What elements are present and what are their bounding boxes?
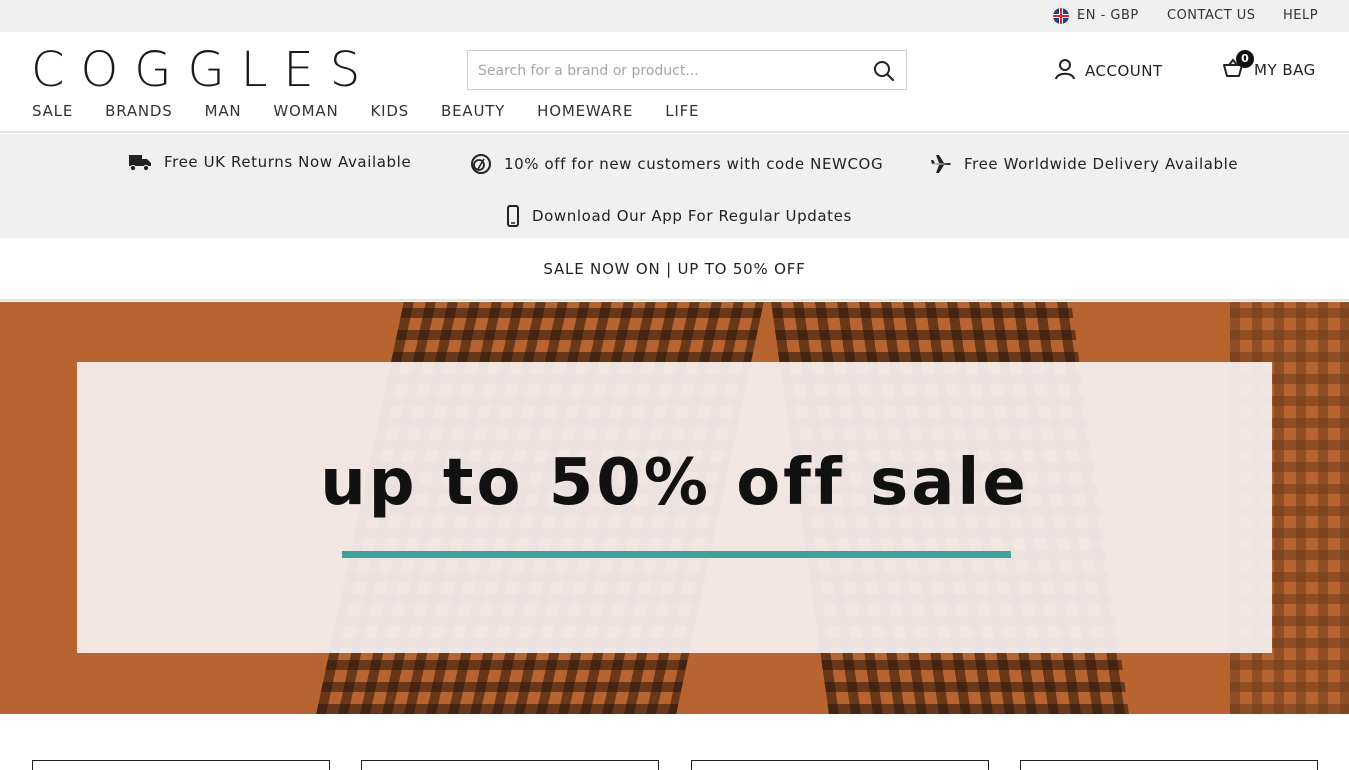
uk-flag-icon[interactable] [1053,8,1069,24]
usp-app[interactable]: Download Our App For Regular Updates [506,205,852,227]
category-tile[interactable] [1020,760,1318,770]
usp-discount-text: 10% off for new customers with code NEWC… [504,155,884,173]
search-icon[interactable] [872,59,896,83]
contact-us-link[interactable]: CONTACT US [1167,8,1256,23]
usp-discount[interactable]: 10% off for new customers with code NEWC… [470,153,883,175]
usp-app-text: Download Our App For Regular Updates [532,207,852,225]
help-link[interactable]: HELP [1283,8,1318,23]
account-button[interactable]: ACCOUNT [1055,58,1163,84]
nav-item-brands[interactable]: BRANDS [105,102,172,120]
hero-banner[interactable]: up to 50% off sale [0,302,1349,714]
nav-item-woman[interactable]: WOMAN [273,102,338,120]
category-tile[interactable] [32,760,330,770]
category-tile[interactable] [361,760,659,770]
nav-item-sale[interactable]: SALE [32,102,73,120]
category-tile[interactable] [691,760,989,770]
nav-item-homeware[interactable]: HOMEWARE [537,102,633,120]
account-label: ACCOUNT [1085,62,1163,80]
nav-item-beauty[interactable]: BEAUTY [441,102,505,120]
utility-bar: EN - GBP CONTACT US HELP [0,0,1349,32]
usp-delivery-text: Free Worldwide Delivery Available [964,155,1239,173]
coggles-logo[interactable]: COGGLES [31,42,376,98]
my-bag-button[interactable]: 0 MY BAG [1222,50,1316,82]
locale-selector[interactable]: EN - GBP [1077,8,1139,23]
promo-strip: SALE NOW ON | UP TO 50% OFF [0,238,1349,301]
main-navigation: SALE BRANDS MAN WOMAN KIDS BEAUTY HOMEWA… [32,102,731,120]
my-bag-label: MY BAG [1254,61,1316,79]
hero-accent-line [342,551,1011,558]
site-header: COGGLES ACCOUNT 0 MY BAG SAL [0,32,1349,133]
nav-item-man[interactable]: MAN [205,102,242,120]
usp-bar: Free UK Returns Now Available 10% off fo… [0,134,1349,238]
search-bar [467,50,907,90]
tag-icon [471,154,491,174]
phone-icon [507,205,519,227]
usp-returns[interactable]: Free UK Returns Now Available [128,153,411,171]
search-input[interactable] [478,60,858,82]
sale-promo-link[interactable]: SALE NOW ON | UP TO 50% OFF [543,260,805,278]
user-icon [1055,58,1075,84]
plane-icon [931,155,951,173]
nav-item-life[interactable]: LIFE [665,102,699,120]
usp-delivery[interactable]: Free Worldwide Delivery Available [930,153,1238,175]
hero-headline: up to 50% off sale [320,446,1029,520]
truck-icon [129,155,151,171]
usp-returns-text: Free UK Returns Now Available [164,153,412,171]
bag-count-badge: 0 [1236,50,1254,68]
nav-item-kids[interactable]: KIDS [370,102,409,120]
